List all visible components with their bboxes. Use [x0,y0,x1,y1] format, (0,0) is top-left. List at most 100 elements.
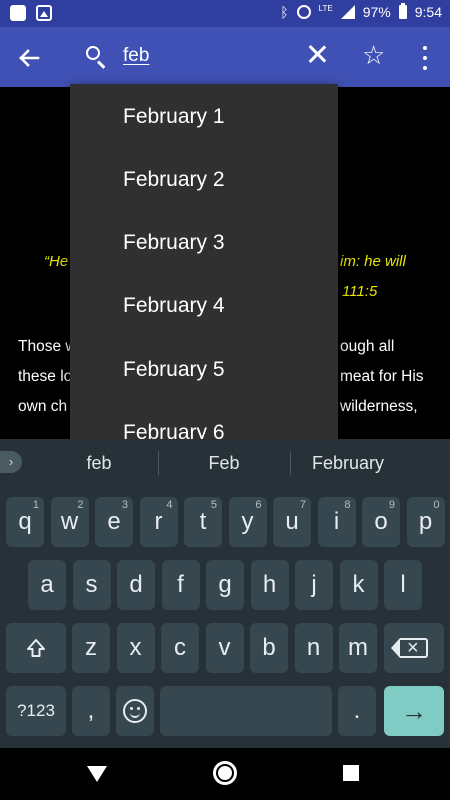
key-g[interactable]: g [206,560,244,610]
key-s[interactable]: s [72,560,111,610]
key-z[interactable]: z [72,623,110,673]
overflow-menu-icon[interactable] [420,46,430,70]
key-l[interactable]: l [384,560,422,610]
emoji-icon [123,699,147,723]
image-notification-icon [36,5,52,21]
alarm-icon [296,5,311,19]
suggestion-item[interactable]: February 2 [123,168,225,192]
suggestion-item[interactable]: February 3 [123,231,225,255]
word-suggestion[interactable]: feb [40,453,158,474]
suggestion-item[interactable]: February 4 [123,294,225,318]
key-t-label: t [199,508,207,535]
key-w-label: w [60,508,79,535]
key-hint: 5 [210,499,217,511]
key-c[interactable]: c [161,623,199,673]
back-arrow-icon[interactable] [14,43,44,73]
comma-key-label: , [87,697,95,724]
verse-reference: 111:5 [342,283,378,300]
key-o-label: o [374,508,388,535]
key-hint: 3 [121,499,128,511]
key-b[interactable]: b [250,623,288,673]
key-r-label: r [154,508,163,535]
suggestion-divider [158,451,159,475]
suggestion-strip: › feb Feb February [0,439,450,487]
shift-key[interactable] [6,623,66,673]
enter-key[interactable]: → [384,686,444,736]
nav-recents-icon[interactable] [343,765,359,781]
key-m[interactable]: m [339,623,377,673]
key-n[interactable]: n [294,623,333,673]
key-j[interactable]: j [295,560,333,610]
key-i[interactable]: i8 [317,497,356,547]
soft-keyboard: › feb Feb February q1w2e3r4t5y6u7i8o9p0a… [0,439,450,748]
key-o[interactable]: o9 [362,497,400,547]
battery-icon [398,3,407,19]
key-hint: 1 [32,499,39,511]
key-p-label: p [418,508,433,535]
expand-arrow-icon[interactable]: › [0,451,22,473]
body-text: wilderness, [340,398,418,415]
nav-home-icon[interactable] [213,761,237,785]
key-e[interactable]: e3 [95,497,133,547]
clock: 9:54 [414,4,442,20]
suggestion-item[interactable]: February 1 [123,105,225,129]
key-p[interactable]: p0 [406,497,445,547]
word-suggestion[interactable]: Feb [160,453,288,474]
key-w[interactable]: w2 [50,497,89,547]
key-hint: 7 [299,499,306,511]
key-f[interactable]: f [161,560,200,610]
key-d-label: d [129,571,143,598]
spacebar[interactable] [160,686,332,736]
nav-back-icon[interactable] [87,766,107,782]
key-t[interactable]: t5 [184,497,222,547]
key-k-label: k [352,571,365,598]
key-f-label: f [177,571,184,598]
app-bar: feb ☆ [0,27,450,87]
suggestion-item[interactable]: February 5 [123,358,225,382]
symbols-key-label: ?123 [17,701,55,720]
suggestion-divider [290,451,291,475]
verse-text: “He [44,253,69,270]
backspace-key[interactable] [384,623,444,673]
key-d[interactable]: d [117,560,155,610]
key-h[interactable]: h [250,560,289,610]
key-hint: 9 [388,499,395,511]
key-hint: 4 [166,499,173,511]
key-i-label: i [333,508,340,535]
signal-icon [340,5,355,19]
suggestion-item[interactable]: February 6 [123,421,225,439]
key-x-label: x [129,634,142,661]
period-key[interactable]: . [338,686,376,736]
bluetooth-icon: ᛒ [280,4,289,20]
key-y[interactable]: y6 [228,497,267,547]
key-m-label: m [348,634,368,661]
key-a[interactable]: a [28,560,66,610]
symbols-key[interactable]: ?123 [6,686,66,736]
message-notification-icon [10,5,26,21]
key-hint: 2 [77,499,84,511]
key-h-label: h [262,571,277,598]
bookmark-star-icon[interactable]: ☆ [362,41,385,69]
search-input[interactable]: feb [123,45,149,67]
emoji-key[interactable] [116,686,154,736]
body-text: meat for His [340,368,424,385]
key-x[interactable]: x [116,623,155,673]
enter-key-label: → [401,696,427,726]
search-suggestions-dropdown: February 1 February 2 February 3 Februar… [70,84,338,439]
key-u[interactable]: u7 [273,497,311,547]
key-hint: 6 [255,499,262,511]
key-v[interactable]: v [205,623,244,673]
word-suggestion[interactable]: February [292,453,404,474]
key-b-label: b [262,634,276,661]
clear-search-button[interactable] [305,42,329,66]
key-q[interactable]: q1 [6,497,44,547]
key-k[interactable]: k [339,560,378,610]
key-a-label: a [40,571,54,598]
key-u-label: u [285,508,299,535]
key-j-label: j [311,571,317,598]
key-n-label: n [306,634,321,661]
comma-key[interactable]: , [72,686,110,736]
key-r[interactable]: r4 [139,497,178,547]
network-type: LTE [318,3,333,13]
key-l-label: l [400,571,406,598]
